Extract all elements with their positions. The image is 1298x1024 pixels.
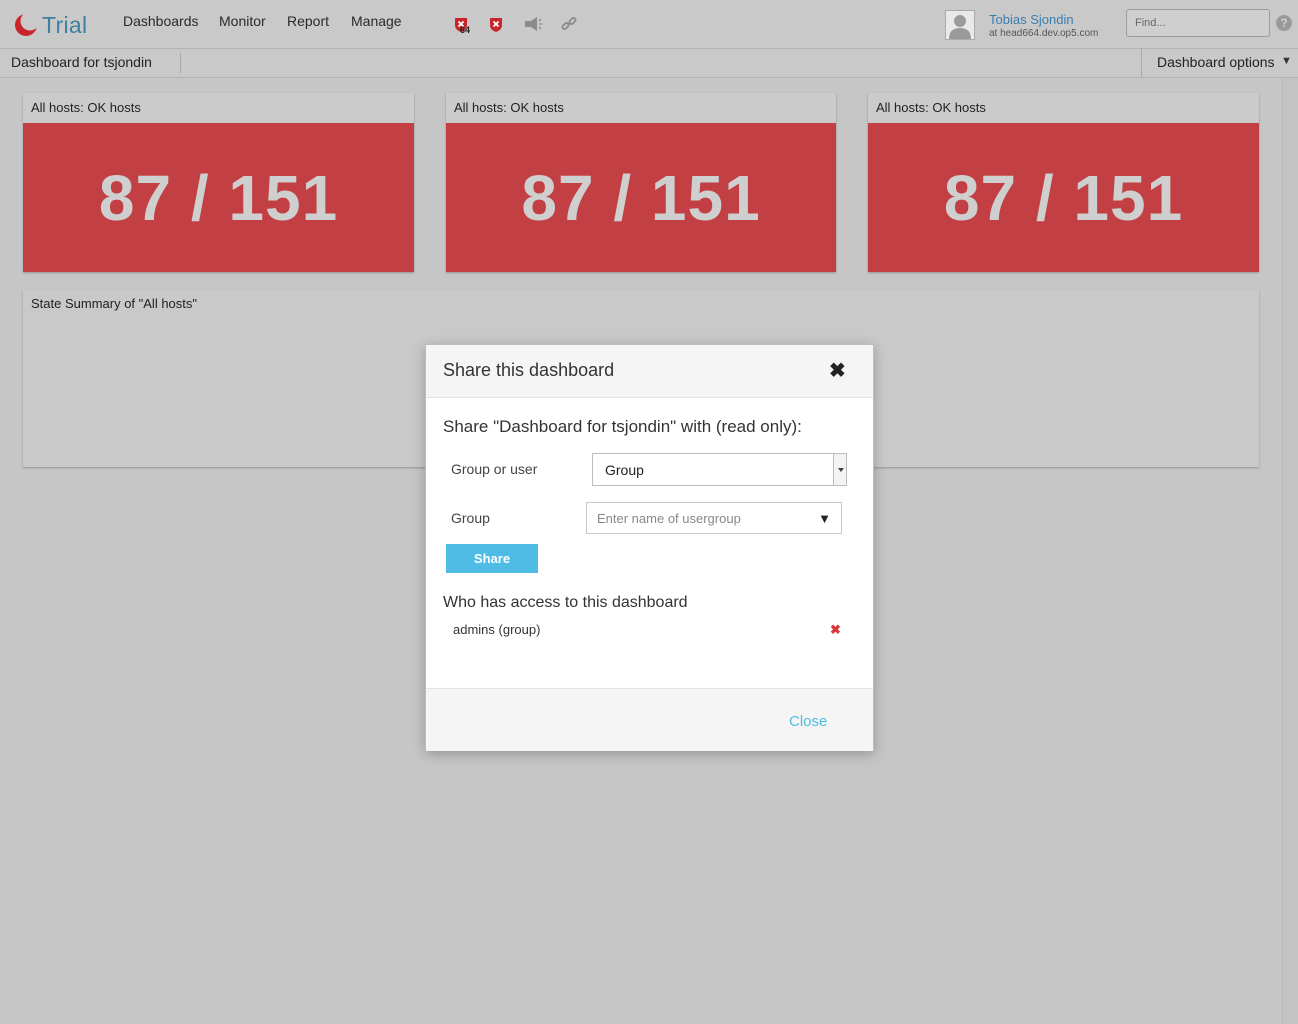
access-list-item: admins (group) (453, 622, 541, 637)
dashboard-title[interactable]: Dashboard for tsjondin (11, 54, 152, 70)
select-value: Group (605, 461, 644, 478)
dropdown-arrow-icon[interactable]: ▼ (818, 511, 831, 526)
dialog-header: Share this dashboard ✖ (426, 345, 873, 398)
avatar[interactable] (945, 10, 975, 40)
widget-body: 87 / 151 (868, 123, 1259, 272)
share-heading: Share "Dashboard for tsjondin" with (rea… (443, 417, 802, 436)
top-navbar: Trial Dashboards Monitor Report Manage 6… (0, 0, 1298, 49)
notifications-icon[interactable] (524, 16, 542, 34)
access-heading: Who has access to this dashboard (443, 594, 688, 611)
dialog-title: Share this dashboard (443, 360, 615, 380)
close-icon[interactable]: ✖ (829, 361, 846, 381)
help-icon[interactable]: ? (1276, 15, 1292, 31)
usergroup-placeholder: Enter name of usergroup (597, 510, 741, 526)
chevron-down-icon: ▼ (1281, 55, 1292, 67)
widget-ok-hosts-2: All hosts: OK hosts 87 / 151 (446, 93, 836, 272)
user-host: at head664.dev.op5.com (989, 28, 1099, 39)
chevron-down-icon (833, 454, 846, 485)
page-scrollbar[interactable] (1282, 78, 1298, 1024)
user-avatar-icon (949, 15, 971, 39)
share-dashboard-dialog: Share this dashboard ✖ Share "Dashboard … (425, 344, 874, 751)
app-logo[interactable]: Trial (14, 10, 87, 40)
group-label: Group (451, 510, 490, 526)
widget-title[interactable]: All hosts: OK hosts (446, 93, 836, 123)
remove-access-icon[interactable]: ✖ (830, 622, 841, 638)
widget-title[interactable]: State Summary of "All hosts" (31, 296, 197, 311)
usergroup-combobox[interactable]: Enter name of usergroup ▼ (586, 502, 842, 534)
dialog-footer: Close (426, 688, 873, 751)
close-button[interactable]: Close (789, 713, 827, 730)
group-or-user-select[interactable]: Group (592, 453, 847, 486)
widget-ok-hosts-3: All hosts: OK hosts 87 / 151 (868, 93, 1259, 272)
moon-logo-icon (15, 12, 40, 36)
widget-ok-hosts-1: All hosts: OK hosts 87 / 151 (23, 93, 414, 272)
widget-title[interactable]: All hosts: OK hosts (868, 93, 1259, 123)
nav-report[interactable]: Report (287, 13, 329, 29)
group-or-user-label: Group or user (451, 461, 538, 477)
widget-value: 87 / 151 (521, 161, 761, 234)
app-logo-text: Trial (42, 11, 88, 38)
widget-value: 87 / 151 (943, 161, 1184, 234)
user-name[interactable]: Tobias Sjondin (989, 12, 1074, 27)
widget-body: 87 / 151 (23, 123, 414, 272)
dashboard-options-menu[interactable]: Dashboard options ▼ (1141, 49, 1298, 77)
share-button[interactable]: Share (446, 544, 538, 573)
nav-monitor[interactable]: Monitor (219, 13, 266, 29)
link-icon[interactable] (561, 16, 579, 34)
nav-dashboards[interactable]: Dashboards (123, 13, 199, 29)
hosts-down-count: 64 (460, 25, 471, 35)
widget-body: 87 / 151 (446, 123, 836, 272)
nav-manage[interactable]: Manage (351, 13, 402, 29)
services-critical-icon[interactable] (488, 16, 506, 34)
widget-title[interactable]: All hosts: OK hosts (23, 93, 414, 123)
dashboard-options-label: Dashboard options (1157, 54, 1275, 70)
divider (180, 53, 181, 73)
search-input[interactable] (1126, 9, 1270, 37)
widget-value: 87 / 151 (98, 161, 339, 234)
hosts-down-icon[interactable]: 64 (453, 16, 471, 35)
dashboard-bar: Dashboard for tsjondin Dashboard options… (0, 49, 1298, 78)
